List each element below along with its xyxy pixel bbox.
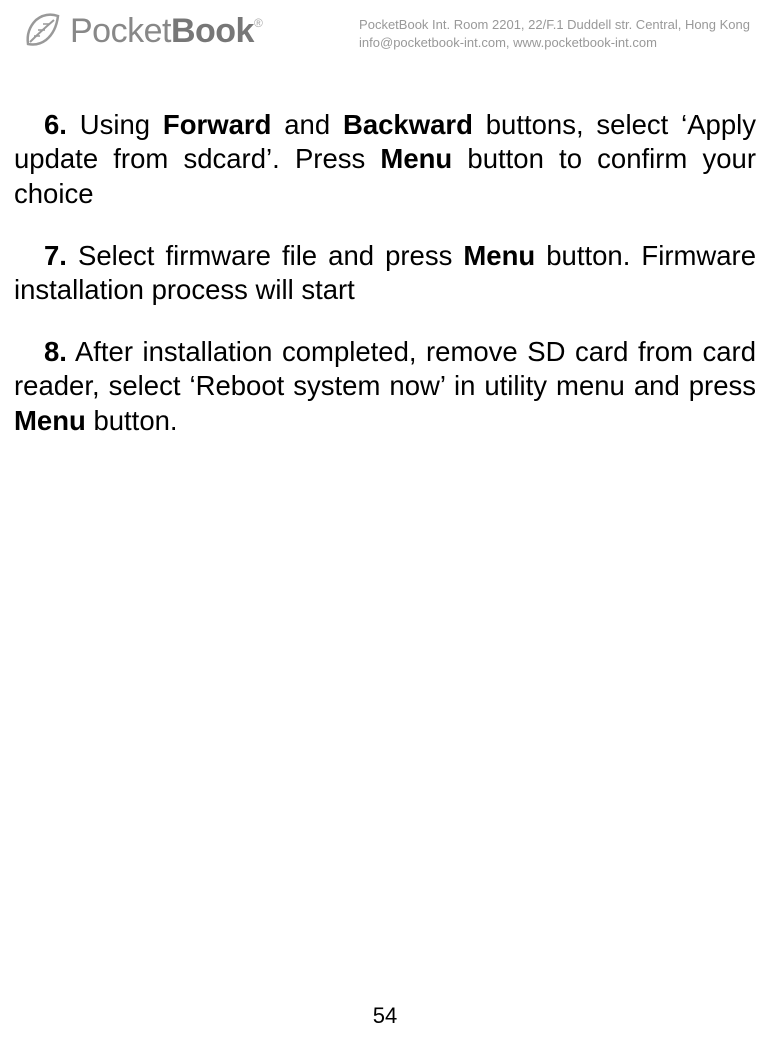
step-7: 7. Select firmware file and press Menu b… xyxy=(14,239,756,308)
step-number: 6. xyxy=(44,109,67,140)
logo-text: PocketBook® xyxy=(70,12,262,51)
page-number: 54 xyxy=(0,1003,770,1029)
company-address: PocketBook Int. Room 2201, 22/F.1 Duddel… xyxy=(359,16,750,34)
step-8: 8. After installation completed, remove … xyxy=(14,335,756,438)
step-text: After installation completed, remove SD … xyxy=(14,336,756,401)
logo: PocketBook® xyxy=(20,10,262,52)
step-text: Using xyxy=(67,109,163,140)
step-bold: Menu xyxy=(380,143,452,174)
step-number: 7. xyxy=(44,240,67,271)
document-content: 6. Using Forward and Backward buttons, s… xyxy=(0,60,770,438)
step-number: 8. xyxy=(44,336,67,367)
step-text: Select firmware file and press xyxy=(67,240,463,271)
step-text: and xyxy=(271,109,343,140)
step-bold: Menu xyxy=(14,405,86,436)
company-info: PocketBook Int. Room 2201, 22/F.1 Duddel… xyxy=(359,10,750,52)
page-header: PocketBook® PocketBook Int. Room 2201, 2… xyxy=(0,0,770,60)
leaf-icon xyxy=(20,10,62,52)
logo-word1: Pocket xyxy=(70,12,171,50)
step-bold: Backward xyxy=(343,109,473,140)
registered-icon: ® xyxy=(254,16,262,30)
logo-word2: Book xyxy=(171,12,254,50)
step-6: 6. Using Forward and Backward buttons, s… xyxy=(14,108,756,211)
step-bold: Forward xyxy=(163,109,271,140)
step-text: button. xyxy=(86,405,178,436)
company-contact: info@pocketbook-int.com, www.pocketbook-… xyxy=(359,34,750,52)
step-bold: Menu xyxy=(463,240,535,271)
